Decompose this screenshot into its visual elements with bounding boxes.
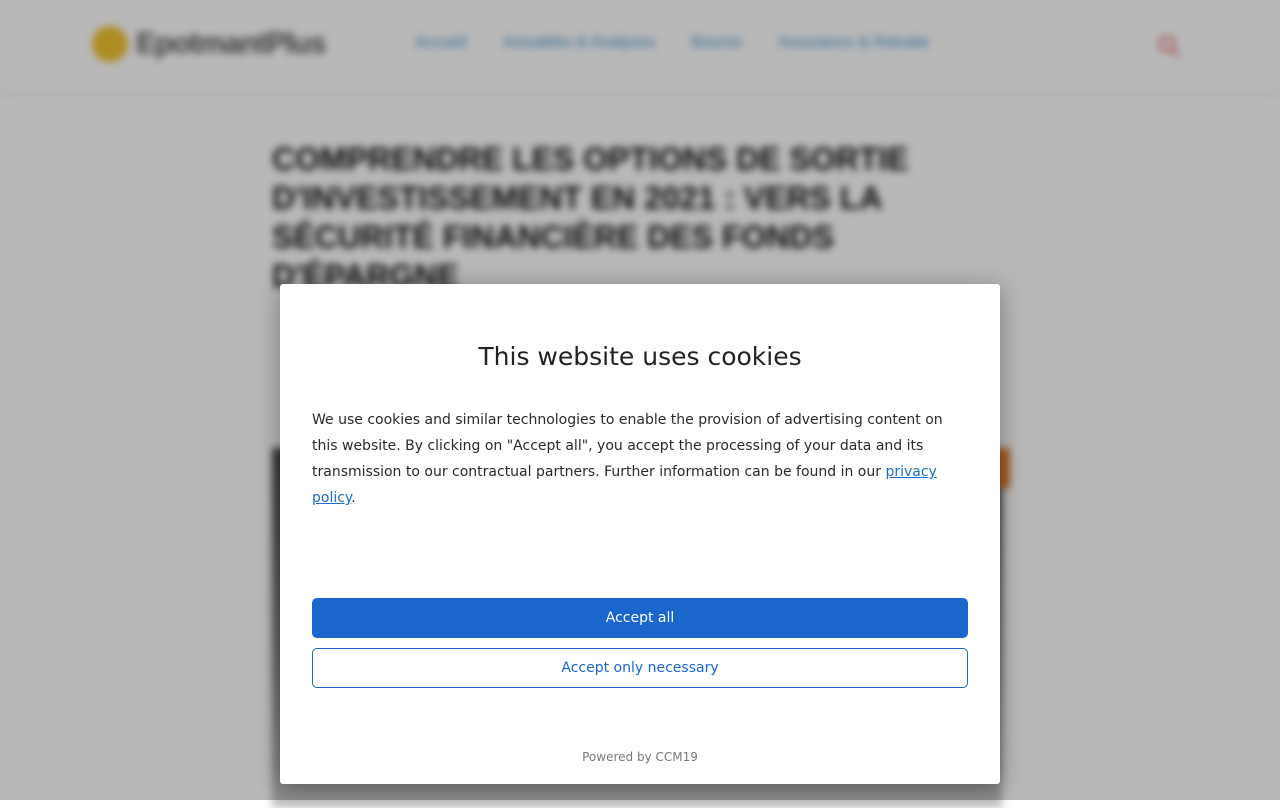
cookie-body-end: . (351, 490, 356, 506)
cookie-dialog-title: This website uses cookies (478, 342, 802, 371)
cookie-dialog: This website uses cookies We use cookies… (280, 284, 1000, 784)
cookie-body-text: We use cookies and similar technologies … (312, 412, 943, 480)
powered-by-text: Powered by CCM19 (582, 750, 698, 764)
accept-necessary-button[interactable]: Accept only necessary (312, 648, 968, 688)
accept-all-button[interactable]: Accept all (312, 598, 968, 638)
cookie-dialog-text: We use cookies and similar technologies … (312, 407, 968, 511)
